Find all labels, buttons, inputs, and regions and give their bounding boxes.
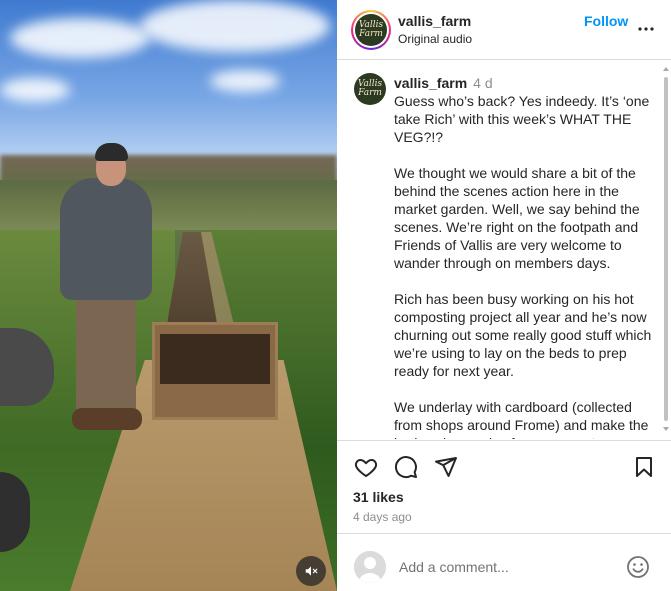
person-hat xyxy=(95,143,128,161)
scrollbar-thumb[interactable] xyxy=(664,77,668,421)
user-avatar xyxy=(354,551,386,583)
bookmark-icon xyxy=(636,457,652,477)
share-icon xyxy=(435,457,457,477)
sky-cloud xyxy=(0,78,70,102)
compost-soil xyxy=(160,334,270,384)
avatar: Vallis Farm xyxy=(354,73,386,105)
comment-icon xyxy=(394,456,417,479)
share-button[interactable] xyxy=(433,454,459,480)
more-options-button[interactable] xyxy=(634,17,658,41)
field-background xyxy=(0,180,337,230)
audio-label[interactable]: Original audio xyxy=(398,32,472,46)
likes-count[interactable]: 31 likes xyxy=(353,489,404,505)
comment-input[interactable] xyxy=(399,555,609,579)
comments-section[interactable]: Vallis Farm vallis_farm 4 d Guess who’s b… xyxy=(337,61,671,439)
sky-cloud xyxy=(10,18,150,58)
add-comment-row xyxy=(337,535,671,591)
post-video[interactable] xyxy=(0,0,337,591)
scroll-down-arrow-icon[interactable] xyxy=(663,427,669,431)
post-panel: Vallis Farm vallis_farm Original audio F… xyxy=(337,0,671,591)
emoji-icon xyxy=(627,556,649,578)
story-ring-avatar[interactable]: Vallis Farm xyxy=(351,10,391,50)
emoji-button[interactable] xyxy=(625,554,651,580)
follow-button[interactable]: Follow xyxy=(584,13,628,29)
person-boots xyxy=(72,408,142,430)
caption-username[interactable]: vallis_farm xyxy=(394,75,467,91)
comment-button[interactable] xyxy=(393,454,419,480)
save-button[interactable] xyxy=(631,454,657,480)
mute-button[interactable] xyxy=(296,556,326,586)
post-date[interactable]: 4 days ago xyxy=(353,510,412,524)
header-username[interactable]: vallis_farm xyxy=(398,13,471,29)
post-header: Vallis Farm vallis_farm Original audio F… xyxy=(337,0,671,60)
sky-cloud xyxy=(210,70,280,92)
muted-speaker-icon xyxy=(305,566,318,576)
person-legs xyxy=(76,296,136,416)
more-options-icon xyxy=(638,27,654,31)
scroll-up-arrow-icon[interactable] xyxy=(663,67,669,71)
caption-timestamp[interactable]: 4 d xyxy=(473,75,492,91)
heart-icon xyxy=(354,459,378,477)
default-user-icon xyxy=(354,551,386,583)
post-actions: 31 likes 4 days ago xyxy=(337,440,671,534)
sky-cloud xyxy=(140,0,330,52)
caption-avatar[interactable]: Vallis Farm xyxy=(354,73,386,105)
comments-scrollbar[interactable] xyxy=(661,61,671,439)
person-body xyxy=(60,178,152,300)
like-button[interactable] xyxy=(353,454,379,480)
caption: vallis_farm 4 d Guess who’s back? Yes ind… xyxy=(394,74,656,439)
caption-body: Guess who’s back? Yes indeedy. It’s ‘one… xyxy=(394,93,652,439)
avatar: Vallis Farm xyxy=(355,14,387,46)
